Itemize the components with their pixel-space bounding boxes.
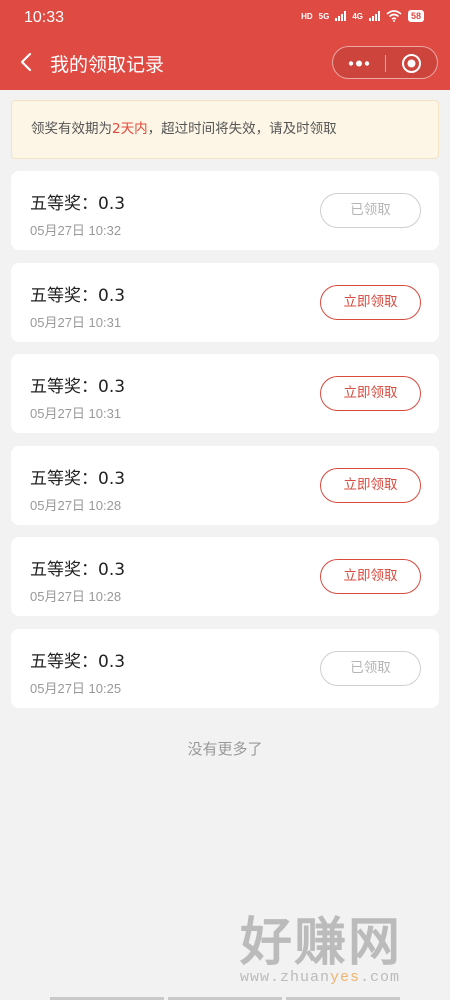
record-card: 五等奖：0.3 05月27日 10:28 立即领取 [11,445,439,525]
record-card: 五等奖：0.3 05月27日 10:31 立即领取 [11,354,439,434]
claim-now-button[interactable]: 立即领取 [320,284,421,320]
record-card: 五等奖：0.3 05月27日 10:25 已领取 [11,628,439,708]
watermark-url: www.zhuanyes.com [240,969,435,986]
claimed-button[interactable]: 已领取 [320,650,421,686]
prize-label: 五等奖：0.3 [30,194,126,214]
record-time: 05月27日 10:31 [30,314,122,330]
no-more-text: 没有更多了 [187,740,263,758]
record-time: 05月27日 10:25 [30,680,122,696]
claim-now-button[interactable]: 立即领取 [320,467,421,503]
notice-highlight: 2天内 [112,121,148,137]
target-circle-icon[interactable] [401,53,422,74]
notice-prefix: 领奖有效期为 [31,121,112,137]
mini-program-capsule [332,46,438,79]
claimed-button[interactable]: 已领取 [320,193,421,228]
claim-now-button[interactable]: 立即领取 [320,376,421,412]
validity-notice: 领奖有效期为2天内，超过时间将失效，请及时领取 [11,100,439,159]
wifi-icon [386,10,402,22]
prize-label: 五等奖：0.3 [30,468,126,489]
notice-suffix: ，超过时间将失效，请及时领取 [147,121,337,137]
nav-bar: 我的领取记录 [0,36,450,90]
record-time: 05月27日 10:32 [30,223,122,238]
status-time: 10:33 [24,9,65,26]
watermark-logo: 好赚网 www.zhuanyes.com [240,915,435,990]
network-5g-label: 5G [318,11,330,21]
record-card: 五等奖：0.3 05月27日 10:32 已领取 [11,171,439,250]
capsule-divider [385,55,386,72]
page-title: 我的领取记录 [50,54,165,76]
hd-indicator: HD [301,11,313,21]
record-time: 05月27日 10:31 [30,406,122,422]
chevron-left-icon[interactable] [14,49,40,75]
record-time: 05月27日 10:28 [30,497,122,513]
record-list: 五等奖：0.3 05月27日 10:32 已领取 五等奖：0.3 05月27日 … [11,171,439,721]
more-dots-icon[interactable] [345,55,373,72]
record-time: 05月27日 10:28 [30,589,122,605]
prize-label: 五等奖：0.3 [30,285,126,306]
watermark-url-pre: www.zhuan [240,969,331,986]
prize-label: 五等奖：0.3 [30,377,126,398]
prize-label: 五等奖：0.3 [30,560,126,581]
signal-icon [335,11,347,21]
watermark-text: 好赚网 [240,913,403,973]
claim-now-button[interactable]: 立即领取 [320,559,421,595]
status-icons: HD 5G 4G 58 [301,10,424,22]
status-bar: 10:33 HD 5G 4G 58 [0,0,450,36]
record-card: 五等奖：0.3 05月27日 10:31 立即领取 [11,262,439,342]
signal-icon-2 [368,11,380,21]
record-card: 五等奖：0.3 05月27日 10:28 立即领取 [11,537,439,617]
battery-level: 58 [407,10,424,22]
watermark-url-post: .com [360,969,401,986]
watermark-url-accent: yes [330,969,361,986]
prize-label: 五等奖：0.3 [30,651,126,672]
network-4g-label: 4G [352,11,363,21]
